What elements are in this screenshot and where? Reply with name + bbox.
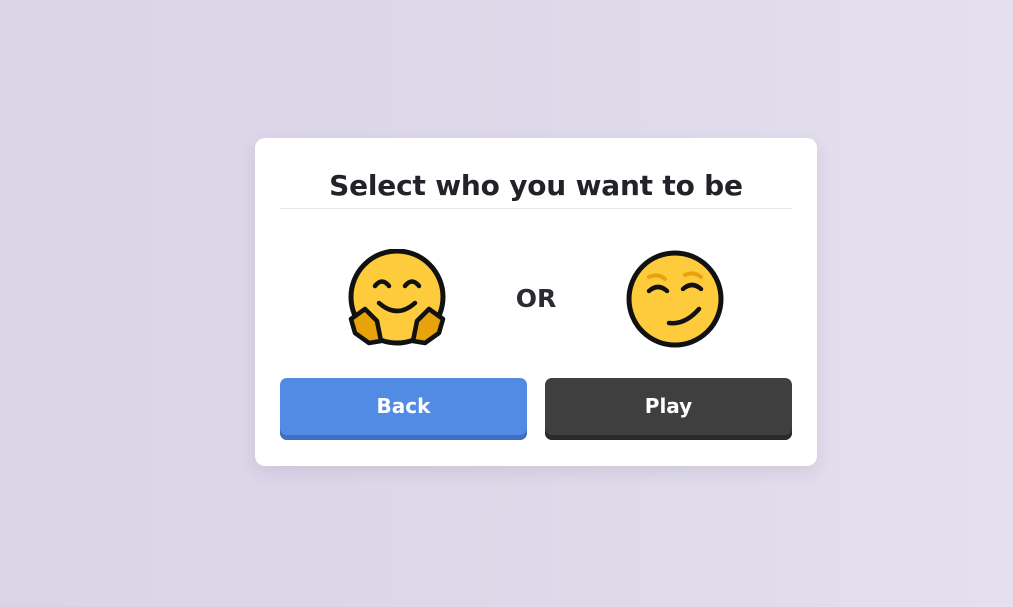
- hugging-face-emoji-icon: [348, 249, 446, 346]
- dialog-title: Select who you want to be: [329, 169, 743, 202]
- choice-smirking-face[interactable]: [625, 249, 725, 349]
- smirking-face-emoji-icon: [626, 250, 724, 348]
- page-background: { "dialog": { "title": "Select who you w…: [0, 0, 1013, 607]
- back-button[interactable]: Back: [280, 378, 527, 440]
- choice-hugging-face[interactable]: [347, 249, 447, 349]
- title-divider: [280, 208, 792, 209]
- play-button[interactable]: Play: [545, 378, 792, 440]
- character-select-card: Select who you want to be OR Back Play: [255, 138, 817, 466]
- or-separator: OR: [515, 284, 557, 313]
